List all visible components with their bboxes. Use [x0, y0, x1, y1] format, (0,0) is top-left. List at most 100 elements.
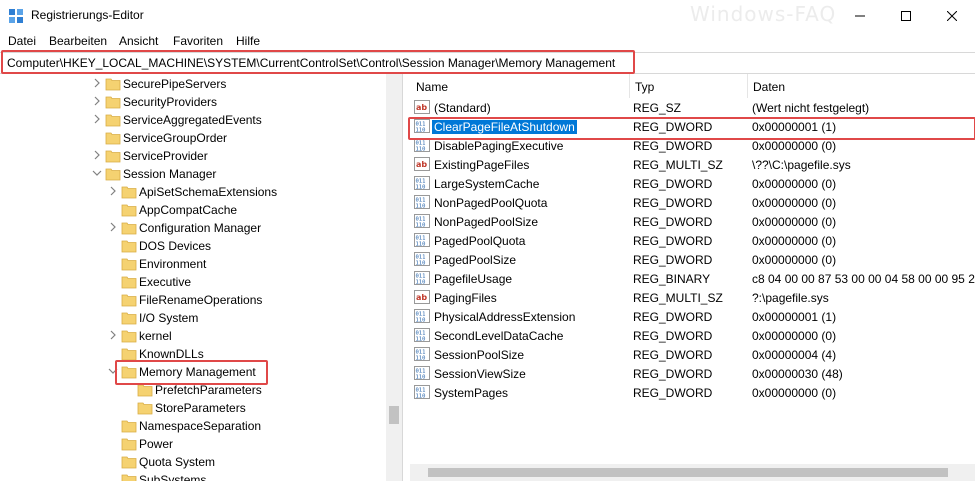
value-row[interactable]: 011 110 SystemPages REG_DWORD 0x00000000 (0) — [410, 383, 975, 402]
chevron-down-icon[interactable] — [91, 167, 103, 179]
folder-icon — [121, 330, 137, 343]
value-name: PagefileUsage — [434, 272, 513, 286]
key-tree[interactable]: SecurePipeServers SecurityProviders Servic… — [0, 74, 403, 481]
watermark: Windows-FAQ — [690, 2, 837, 26]
value-type: REG_BINARY — [633, 272, 711, 286]
registry-editor-icon — [9, 9, 23, 23]
minimize-button[interactable] — [837, 0, 883, 32]
tree-scrollbar-thumb[interactable] — [389, 406, 399, 424]
menu-favoriten[interactable]: Favoriten — [173, 34, 223, 48]
value-data: c8 04 00 00 87 53 00 00 04 58 00 00 95 2… — [752, 272, 975, 286]
tree-item-label: I/O System — [139, 311, 199, 325]
value-row[interactable]: ab (Standard) REG_SZ (Wert nicht festgelegt… — [410, 98, 975, 117]
tree-item[interactable]: kernel — [0, 327, 386, 345]
value-row[interactable]: ab ExistingPageFiles REG_MULTI_SZ \??\C:\pa… — [410, 155, 975, 174]
tree-item[interactable]: Configuration Manager — [0, 219, 386, 237]
close-button[interactable] — [929, 0, 975, 32]
value-row[interactable]: 011 110 DisablePagingExecutive REG_DWORD 0x0… — [410, 136, 975, 155]
value-row[interactable]: 011 110 SecondLevelDataCache REG_DWORD 0x000… — [410, 326, 975, 345]
column-header-data[interactable]: Daten — [747, 74, 975, 98]
tree-item[interactable]: Quota System — [0, 453, 386, 471]
tree-item-label: ApiSetSchemaExtensions — [139, 185, 278, 199]
chevron-right-icon[interactable] — [107, 185, 119, 197]
tree-item[interactable]: Environment — [0, 255, 386, 273]
column-header-name[interactable]: Name — [410, 74, 630, 98]
value-row[interactable]: 011 110 PagefileUsage REG_BINARY c8 04 00 00… — [410, 269, 975, 288]
value-row[interactable]: 011 110 SessionPoolSize REG_DWORD 0x00000004… — [410, 345, 975, 364]
folder-icon — [121, 276, 137, 289]
tree-item[interactable]: ServiceGroupOrder — [0, 129, 386, 147]
tree-item[interactable]: Memory Management — [0, 363, 386, 381]
tree-item[interactable]: Session Manager — [0, 165, 386, 183]
menu-bearbeiten[interactable]: Bearbeiten — [49, 34, 107, 48]
svg-text:110: 110 — [416, 204, 426, 210]
value-row[interactable]: ab PagingFiles REG_MULTI_SZ ?:\pagefile.sys — [410, 288, 975, 307]
value-row[interactable]: 011 110 NonPagedPoolQuota REG_DWORD 0x000000… — [410, 193, 975, 212]
tree-item[interactable]: SecurePipeServers — [0, 75, 386, 93]
tree-item[interactable]: DOS Devices — [0, 237, 386, 255]
tree-item-label: Quota System — [139, 455, 216, 469]
svg-text:110: 110 — [416, 242, 426, 248]
tree-item[interactable]: StoreParameters — [0, 399, 386, 417]
folder-icon — [105, 150, 121, 163]
address-path[interactable]: Computer\HKEY_LOCAL_MACHINE\SYSTEM\Curre… — [7, 56, 615, 70]
menu-datei[interactable]: Datei — [8, 34, 36, 48]
maximize-icon — [901, 11, 911, 21]
maximize-button[interactable] — [883, 0, 929, 32]
binary-value-icon: 011110 — [414, 138, 430, 152]
value-type: REG_DWORD — [633, 329, 713, 343]
tree-item[interactable]: FileRenameOperations — [0, 291, 386, 309]
chevron-right-icon[interactable] — [91, 95, 103, 107]
svg-text:110: 110 — [416, 223, 426, 229]
tree-scrollbar[interactable] — [386, 74, 402, 481]
tree-item[interactable]: Power — [0, 435, 386, 453]
tree-item[interactable]: Executive — [0, 273, 386, 291]
values-pane[interactable]: Name Typ Daten ab (Standard) REG_SZ (Wert n… — [410, 74, 975, 481]
tree-item-label: ServiceAggregatedEvents — [123, 113, 262, 127]
folder-icon — [121, 204, 137, 217]
value-row[interactable]: 011 110 PagedPoolSize REG_DWORD 0x00000000 (… — [410, 250, 975, 269]
address-bar[interactable]: Computer\HKEY_LOCAL_MACHINE\SYSTEM\Curre… — [0, 52, 975, 74]
svg-text:110: 110 — [416, 318, 426, 324]
chevron-right-icon[interactable] — [91, 77, 103, 89]
tree-item[interactable]: SubSystems — [0, 471, 386, 481]
values-hscrollbar[interactable] — [410, 464, 975, 481]
values-hscrollbar-thumb[interactable] — [428, 468, 948, 477]
chevron-right-icon[interactable] — [91, 149, 103, 161]
value-name: NonPagedPoolQuota — [434, 196, 548, 210]
value-name: PagedPoolQuota — [434, 234, 526, 248]
chevron-right-icon[interactable] — [107, 329, 119, 341]
value-name: PagedPoolSize — [434, 253, 517, 267]
value-data: 0x00000000 (0) — [752, 177, 837, 191]
chevron-down-icon[interactable] — [107, 365, 119, 377]
tree-item[interactable]: AppCompatCache — [0, 201, 386, 219]
binary-value-icon: 011110 — [414, 195, 430, 209]
tree-item[interactable]: PrefetchParameters — [0, 381, 386, 399]
tree-item[interactable]: SecurityProviders — [0, 93, 386, 111]
window-title: Registrierungs-Editor — [31, 8, 144, 22]
menu-ansicht[interactable]: Ansicht — [119, 34, 158, 48]
menu-hilfe[interactable]: Hilfe — [236, 34, 260, 48]
value-row[interactable]: 011 110 PhysicalAddressExtension REG_DWORD 0… — [410, 307, 975, 326]
chevron-right-icon[interactable] — [107, 221, 119, 233]
tree-item[interactable]: ServiceAggregatedEvents — [0, 111, 386, 129]
tree-item[interactable]: NamespaceSeparation — [0, 417, 386, 435]
value-name: PhysicalAddressExtension — [434, 310, 576, 324]
value-type: REG_DWORD — [633, 386, 713, 400]
tree-item[interactable]: ServiceProvider — [0, 147, 386, 165]
value-row[interactable]: 011 110 SessionViewSize REG_DWORD 0x00000030… — [410, 364, 975, 383]
tree-item[interactable]: ApiSetSchemaExtensions — [0, 183, 386, 201]
string-value-icon: ab — [414, 290, 430, 304]
tree-item[interactable]: KnownDLLs — [0, 345, 386, 363]
value-row[interactable]: 011 110 LargeSystemCache REG_DWORD 0x0000000… — [410, 174, 975, 193]
value-row[interactable]: 011 110 ClearPageFileAtShutdown REG_DWORD 0x… — [410, 117, 975, 136]
value-row[interactable]: 011 110 NonPagedPoolSize REG_DWORD 0x0000000… — [410, 212, 975, 231]
svg-text:110: 110 — [416, 375, 426, 381]
value-name: PagingFiles — [434, 291, 497, 305]
column-header-type[interactable]: Typ — [629, 74, 748, 98]
value-row[interactable]: 011 110 PagedPoolQuota REG_DWORD 0x00000000 … — [410, 231, 975, 250]
tree-item[interactable]: I/O System — [0, 309, 386, 327]
value-data: 0x00000000 (0) — [752, 386, 837, 400]
close-icon — [947, 11, 957, 21]
chevron-right-icon[interactable] — [91, 113, 103, 125]
